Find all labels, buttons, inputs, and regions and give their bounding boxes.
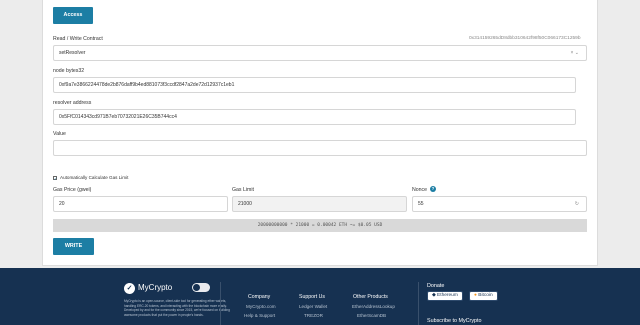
- support-link-trezor[interactable]: TREZOR: [304, 313, 323, 318]
- bitcoin-label: Bitcoin: [478, 293, 493, 298]
- contract-label: Read / Write Contract: [53, 36, 103, 42]
- footer-blurb: MyCrypto is an open-source, client-side …: [124, 299, 230, 317]
- contract-address: 0x314159265dD8dbb310642f98f50C066173C125…: [469, 36, 581, 41]
- nonce-value: 55: [418, 201, 424, 207]
- value-label: Value: [53, 131, 66, 137]
- ethereum-icon: ◆: [432, 293, 436, 298]
- theme-toggle[interactable]: [192, 283, 210, 292]
- other-title: Other Products: [353, 294, 388, 300]
- select-clear-chevron-icons[interactable]: × ⌄: [571, 46, 580, 60]
- refresh-icon[interactable]: ↻: [575, 197, 579, 211]
- support-link-ledger[interactable]: Ledger Wallet: [299, 304, 327, 309]
- company-link-help[interactable]: Help & Support: [244, 313, 275, 318]
- footer-divider-2: [418, 282, 419, 325]
- nonce-info-icon[interactable]: ?: [430, 186, 436, 192]
- footer-divider: [220, 282, 221, 325]
- gas-limit-label: Gas Limit: [232, 187, 254, 193]
- other-link-esdb[interactable]: EtherScamDB: [357, 313, 386, 318]
- mycrypto-logo-icon[interactable]: ✓: [124, 283, 135, 294]
- donate-bitcoin-button[interactable]: ● Bitcoin: [469, 291, 498, 301]
- gas-limit-input[interactable]: 21000: [232, 196, 407, 212]
- resolver-label: resolver address: [53, 100, 92, 106]
- nonce-label: Nonce: [412, 187, 427, 193]
- ethereum-label: Ethereum: [437, 293, 458, 298]
- donate-title: Donate: [427, 283, 445, 289]
- company-link-mycrypto[interactable]: MyCrypto.com: [246, 304, 276, 309]
- fee-summary: 20000000000 * 21000 = 0.00042 ETH ~= $0.…: [53, 219, 587, 232]
- other-link-eal[interactable]: EtherAddressLookup: [352, 304, 395, 309]
- company-title: Company: [248, 294, 271, 300]
- resolver-input[interactable]: 0x5FfC014343cd971B7eb70732021E26C35B744c…: [53, 109, 576, 125]
- auto-gas-checkbox[interactable]: ✓: [53, 176, 57, 181]
- function-select[interactable]: setResolver × ⌄: [53, 45, 587, 61]
- toggle-knob: [193, 284, 200, 291]
- value-input[interactable]: [53, 140, 587, 156]
- support-title: Support Us: [299, 294, 325, 300]
- node-input[interactable]: 0xf9a7e3866224478de2b876daff9b4ed881073f…: [53, 77, 576, 93]
- gas-price-input[interactable]: 20: [53, 196, 228, 212]
- write-button[interactable]: WRITE: [53, 238, 94, 255]
- nonce-input[interactable]: 55 ↻: [412, 196, 587, 212]
- access-button[interactable]: Access: [53, 7, 93, 24]
- gas-price-label: Gas Price (gwei): [53, 187, 92, 193]
- bitcoin-icon: ●: [474, 293, 477, 298]
- auto-gas-label: Automatically Calculate Gas Limit: [60, 175, 129, 180]
- donate-ethereum-button[interactable]: ◆ Ethereum: [427, 291, 463, 301]
- function-select-value: setResolver: [59, 50, 86, 56]
- footer-brand[interactable]: MyCrypto: [138, 283, 172, 292]
- subscribe-title: Subscribe to MyCrypto: [427, 318, 482, 324]
- node-label: node bytes32: [53, 68, 85, 74]
